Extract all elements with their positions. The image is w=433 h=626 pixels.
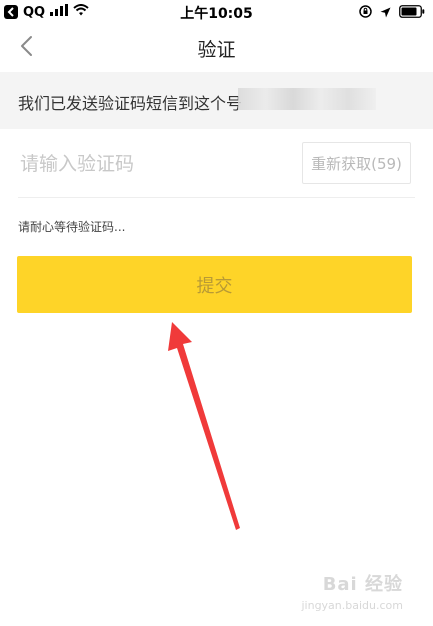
- battery-icon: [399, 3, 425, 22]
- sms-sent-notice: 我们已发送验证码短信到这个号: [0, 72, 433, 129]
- submit-button[interactable]: 提交: [17, 256, 412, 313]
- location-icon: [380, 3, 391, 22]
- status-bar: QQ 上午10:05: [0, 0, 433, 24]
- nav-bar: 验证: [0, 24, 433, 72]
- baidu-watermark-url: jingyan.baidu.com: [301, 599, 403, 612]
- code-input-row: 重新获取(59): [0, 129, 433, 197]
- status-right: [359, 4, 425, 20]
- page-title: 验证: [197, 39, 236, 61]
- wait-hint: 请耐心等待验证码...: [18, 220, 126, 234]
- resend-code-button[interactable]: 重新获取(59): [302, 142, 411, 184]
- divider: [18, 197, 415, 198]
- phone-number-mask: [238, 88, 376, 110]
- rotation-lock-icon: [359, 3, 372, 22]
- verification-code-input[interactable]: [18, 149, 292, 179]
- sms-sent-text: 我们已发送验证码短信到这个号: [18, 94, 243, 113]
- verification-screen: QQ 上午10:05 验证 我们已发送验证码短信到这个号 请输入验证码 重新获取…: [0, 0, 433, 626]
- baidu-watermark: Bai 经验: [322, 574, 403, 595]
